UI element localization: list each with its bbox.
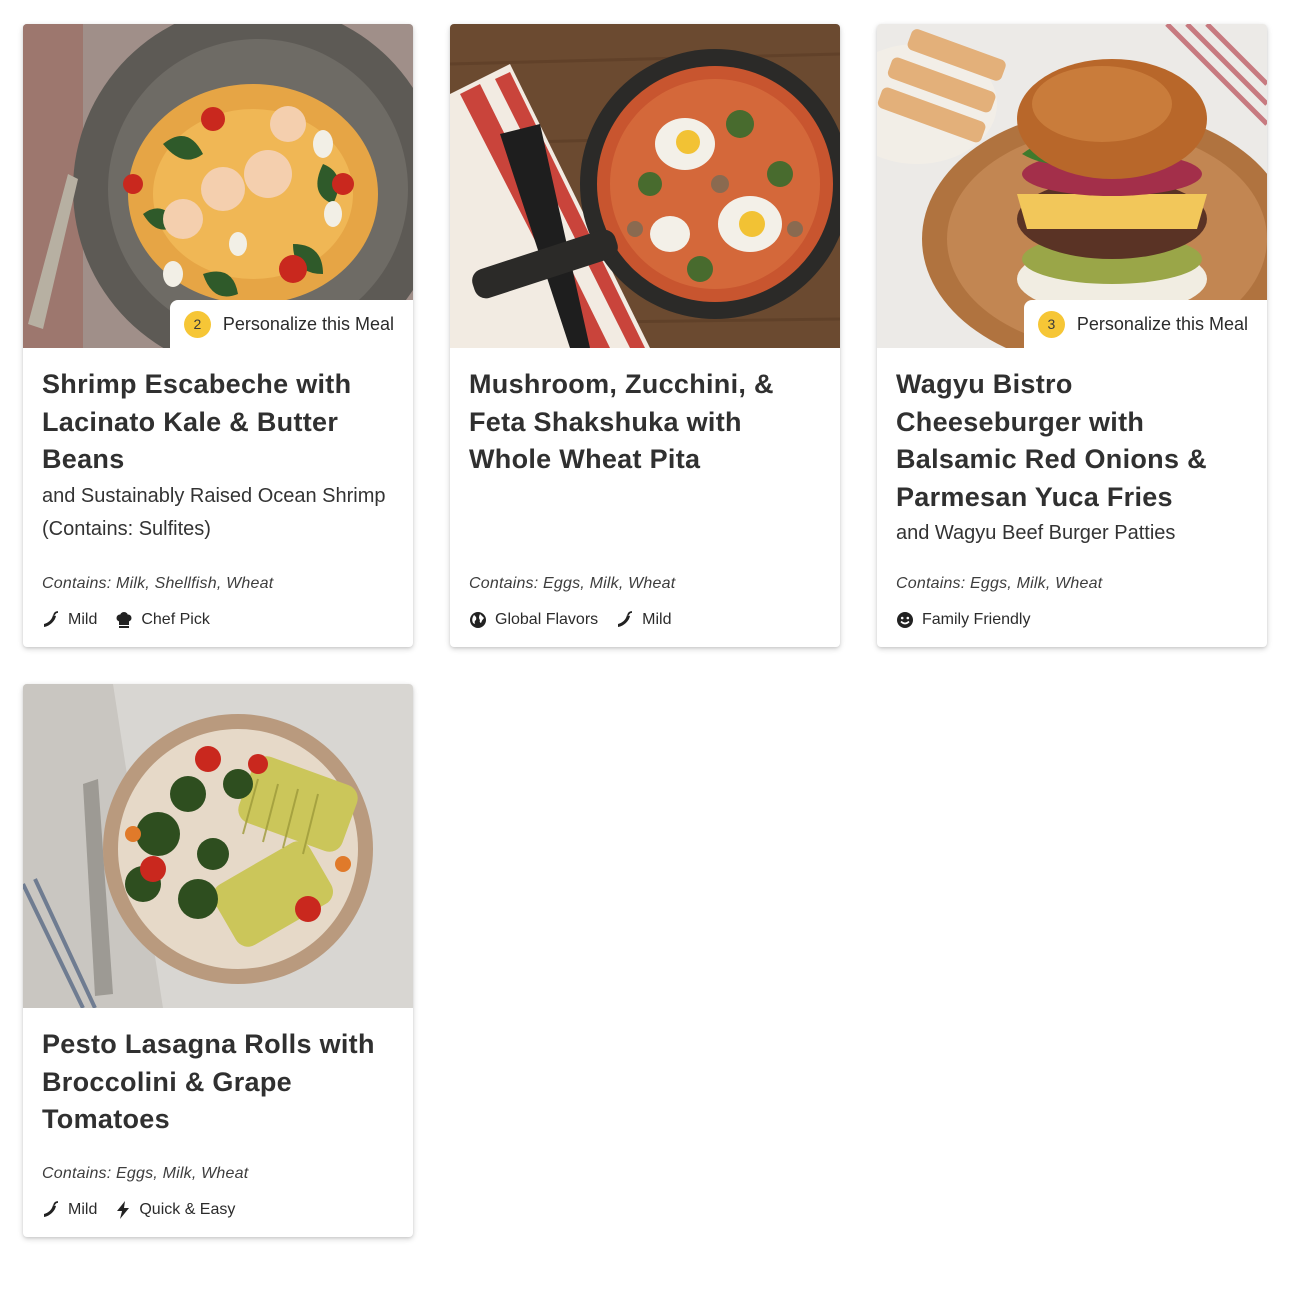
meal-photo[interactable] bbox=[23, 684, 413, 1008]
meal-tag: Quick & Easy bbox=[115, 1201, 235, 1219]
meal-card-body: Wagyu Bistro Cheeseburger with Balsamic … bbox=[877, 348, 1267, 647]
meal-tag: Chef Pick bbox=[115, 611, 210, 629]
allergen-info: Contains: Eggs, Milk, Wheat bbox=[42, 1165, 249, 1182]
meal-card-wagyu-cheeseburger[interactable]: 3 Personalize this Meal Wagyu Bistro Che… bbox=[877, 24, 1267, 647]
tag-label: Mild bbox=[68, 1201, 98, 1218]
meal-tags: Mild Chef Pick bbox=[42, 611, 210, 629]
tag-label: Family Friendly bbox=[922, 611, 1031, 628]
tag-label: Mild bbox=[68, 611, 98, 628]
meal-title[interactable]: Shrimp Escabeche with Lacinato Kale & Bu… bbox=[42, 366, 394, 479]
meal-title[interactable]: Pesto Lasagna Rolls with Broccolini & Gr… bbox=[42, 1026, 394, 1139]
meal-tags: Family Friendly bbox=[896, 611, 1030, 629]
meal-card-body: Mushroom, Zucchini, & Feta Shakshuka wit… bbox=[450, 348, 840, 647]
tag-label: Global Flavors bbox=[495, 611, 599, 628]
meal-grid: 2 Personalize this Meal Shrimp Escabeche… bbox=[23, 24, 1267, 1237]
meal-photo[interactable]: 2 Personalize this Meal bbox=[23, 24, 413, 348]
personalize-label: Personalize this Meal bbox=[222, 313, 394, 334]
meal-photo[interactable]: 3 Personalize this Meal bbox=[877, 24, 1267, 348]
meal-title[interactable]: Mushroom, Zucchini, & Feta Shakshuka wit… bbox=[469, 366, 821, 479]
globe-icon bbox=[469, 611, 487, 629]
smiley-face-icon bbox=[896, 611, 914, 629]
personalize-count-badge: 2 bbox=[183, 310, 211, 338]
chili-pepper-icon bbox=[42, 1201, 60, 1219]
chili-pepper-icon bbox=[616, 611, 634, 629]
meal-subtitle: and Sustainably Raised Ocean Shrimp (Con… bbox=[42, 484, 386, 540]
meal-card-shakshuka[interactable]: Mushroom, Zucchini, & Feta Shakshuka wit… bbox=[450, 24, 840, 647]
meal-tags: Mild Quick & Easy bbox=[42, 1201, 235, 1219]
meal-card-body: Shrimp Escabeche with Lacinato Kale & Bu… bbox=[23, 348, 413, 647]
meal-subtitle: and Wagyu Beef Burger Patties bbox=[896, 522, 1176, 544]
chef-hat-icon bbox=[115, 611, 133, 629]
meal-tag: Mild bbox=[42, 1201, 97, 1219]
meal-tag: Mild bbox=[616, 611, 672, 629]
tag-label: Mild bbox=[642, 611, 672, 628]
personalize-count-badge: 3 bbox=[1037, 310, 1065, 338]
meal-card-shrimp-escabeche[interactable]: 2 Personalize this Meal Shrimp Escabeche… bbox=[23, 24, 413, 647]
meal-tag: Family Friendly bbox=[896, 611, 1030, 629]
meal-tags: Global Flavors Mild bbox=[469, 611, 672, 629]
allergen-info: Contains: Milk, Shellfish, Wheat bbox=[42, 575, 274, 592]
personalize-meal-button[interactable]: 3 Personalize this Meal bbox=[1023, 300, 1267, 348]
personalize-label: Personalize this Meal bbox=[1076, 313, 1248, 334]
lightning-bolt-icon bbox=[115, 1201, 131, 1219]
meal-title[interactable]: Wagyu Bistro Cheeseburger with Balsamic … bbox=[896, 366, 1248, 516]
tag-label: Quick & Easy bbox=[139, 1201, 236, 1218]
meal-card-body: Pesto Lasagna Rolls with Broccolini & Gr… bbox=[23, 1008, 413, 1237]
meal-tag: Mild bbox=[42, 611, 97, 629]
personalize-meal-button[interactable]: 2 Personalize this Meal bbox=[169, 300, 413, 348]
meal-tag: Global Flavors bbox=[469, 611, 598, 629]
meal-photo[interactable] bbox=[450, 24, 840, 348]
allergen-info: Contains: Eggs, Milk, Wheat bbox=[896, 575, 1103, 592]
meal-card-pesto-lasagna-rolls[interactable]: Pesto Lasagna Rolls with Broccolini & Gr… bbox=[23, 684, 413, 1237]
chili-pepper-icon bbox=[42, 611, 60, 629]
tag-label: Chef Pick bbox=[141, 611, 210, 628]
allergen-info: Contains: Eggs, Milk, Wheat bbox=[469, 575, 676, 592]
